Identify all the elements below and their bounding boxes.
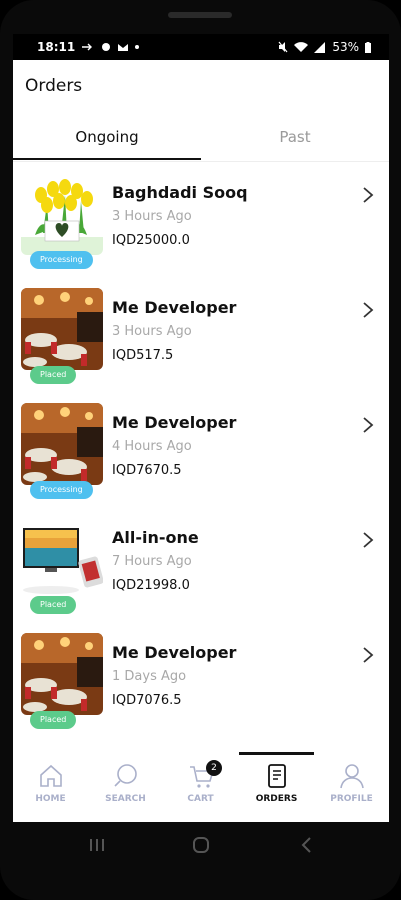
status-time: 18:11 bbox=[37, 40, 76, 54]
tab-ongoing[interactable]: Ongoing bbox=[13, 120, 201, 160]
circle-notification-icon bbox=[102, 43, 111, 51]
order-price: IQD517.5 bbox=[112, 348, 174, 363]
back-icon[interactable] bbox=[298, 836, 316, 854]
chevron-right-icon bbox=[363, 302, 374, 318]
bottom-navigation: HOME SEARCH 2 CART ORDERS PROFILE bbox=[13, 748, 389, 822]
mute-icon bbox=[278, 41, 288, 53]
nav-cart[interactable]: 2 CART bbox=[163, 760, 238, 804]
page-title: Orders bbox=[25, 76, 83, 96]
order-time: 4 Hours Ago bbox=[112, 439, 192, 454]
nav-search[interactable]: SEARCH bbox=[88, 762, 163, 804]
order-store-name: Baghdadi Sooq bbox=[112, 183, 248, 202]
order-price: IQD7670.5 bbox=[112, 463, 182, 478]
status-badge: Placed bbox=[30, 711, 77, 729]
profile-icon bbox=[339, 764, 364, 789]
speaker-grille bbox=[168, 12, 232, 18]
order-thumbnail-electronics bbox=[21, 518, 103, 600]
nav-orders[interactable]: ORDERS bbox=[239, 762, 314, 804]
order-price: IQD25000.0 bbox=[112, 233, 190, 248]
order-thumbnail-restaurant bbox=[21, 633, 103, 715]
battery-icon bbox=[365, 41, 371, 53]
order-store-name: All-in-one bbox=[112, 528, 199, 547]
status-bar: 18:11 53% bbox=[13, 34, 389, 60]
signal-icon bbox=[314, 41, 326, 53]
nav-home[interactable]: HOME bbox=[13, 762, 88, 804]
order-time: 3 Hours Ago bbox=[112, 209, 192, 224]
chevron-right-icon bbox=[363, 417, 374, 433]
order-thumbnail-restaurant bbox=[21, 403, 103, 485]
home-circle-icon[interactable] bbox=[192, 836, 210, 854]
order-store-name: Me Developer bbox=[112, 298, 237, 317]
status-badge: Processing bbox=[30, 251, 93, 269]
order-time: 1 Days Ago bbox=[112, 669, 187, 684]
order-time: 7 Hours Ago bbox=[112, 554, 192, 569]
status-badge: Processing bbox=[30, 481, 93, 499]
cart-count-badge: 2 bbox=[206, 760, 222, 776]
order-thumbnail-restaurant bbox=[21, 288, 103, 370]
order-price: IQD7076.5 bbox=[112, 693, 182, 708]
more-notifications-dot bbox=[135, 45, 140, 49]
nav-profile[interactable]: PROFILE bbox=[314, 762, 389, 804]
nav-label-profile: PROFILE bbox=[330, 794, 373, 804]
order-tabs: Ongoing Past bbox=[13, 120, 389, 162]
order-price: IQD21998.0 bbox=[112, 578, 190, 593]
recent-apps-icon[interactable] bbox=[88, 836, 106, 854]
battery-percent: 53% bbox=[332, 40, 359, 54]
active-nav-indicator bbox=[239, 752, 314, 755]
status-badge: Placed bbox=[30, 366, 77, 384]
order-row[interactable]: Processing Me Developer 4 Hours Ago IQD7… bbox=[13, 392, 389, 507]
status-badge: Placed bbox=[30, 596, 77, 614]
active-tab-indicator bbox=[13, 158, 201, 160]
nav-label-orders: ORDERS bbox=[255, 794, 298, 804]
nav-label-search: SEARCH bbox=[105, 794, 146, 804]
order-store-name: Me Developer bbox=[112, 413, 237, 432]
order-thumbnail-flowers bbox=[21, 173, 103, 255]
chevron-right-icon bbox=[363, 532, 374, 548]
app-screen: 18:11 53% Orders Ongoing Past Processing… bbox=[13, 34, 389, 822]
order-store-name: Me Developer bbox=[112, 643, 237, 662]
orders-document-icon bbox=[267, 764, 286, 788]
home-icon bbox=[39, 764, 62, 787]
tab-past[interactable]: Past bbox=[201, 120, 389, 160]
phone-frame: 18:11 53% Orders Ongoing Past Processing… bbox=[0, 0, 401, 900]
search-icon bbox=[113, 764, 137, 787]
nav-label-home: HOME bbox=[35, 794, 66, 804]
order-row[interactable]: Placed Me Developer 1 Days Ago IQD7076.5 bbox=[13, 622, 389, 737]
nav-label-cart: CART bbox=[187, 794, 214, 804]
orders-list: Processing Baghdadi Sooq 3 Hours Ago IQD… bbox=[13, 162, 389, 752]
call-forward-icon bbox=[82, 43, 93, 51]
order-row[interactable]: Placed All-in-one 7 Hours Ago IQD21998.0 bbox=[13, 507, 389, 622]
gmail-icon bbox=[118, 44, 129, 51]
chevron-right-icon bbox=[363, 647, 374, 663]
system-navigation-bar bbox=[0, 822, 401, 870]
chevron-right-icon bbox=[363, 187, 374, 203]
order-row[interactable]: Processing Baghdadi Sooq 3 Hours Ago IQD… bbox=[13, 162, 389, 277]
order-row[interactable]: Placed Me Developer 3 Hours Ago IQD517.5 bbox=[13, 277, 389, 392]
wifi-icon bbox=[294, 41, 309, 52]
order-time: 3 Hours Ago bbox=[112, 324, 192, 339]
